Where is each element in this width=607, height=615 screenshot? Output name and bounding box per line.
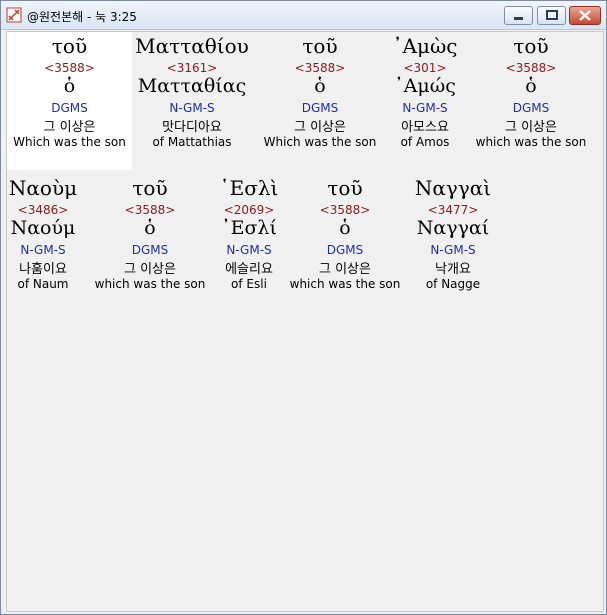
english-gloss: Which was the son — [263, 135, 377, 149]
morphology-code[interactable]: DGMS — [260, 101, 380, 115]
english-gloss: of Amos — [400, 135, 450, 149]
lemma: Ματταθίας — [137, 75, 247, 97]
title-bar[interactable]: @원전본해 - 눅 3:25 — [1, 1, 606, 30]
english-gloss: which was the son — [475, 135, 587, 149]
english-gloss: of Mattathias — [152, 135, 232, 149]
strongs-number[interactable]: <3477> — [407, 203, 499, 217]
english-gloss: of Naum — [17, 277, 69, 291]
korean-gloss: 그 이상은 — [505, 120, 557, 135]
greek-word: τοῦ — [327, 176, 363, 200]
korean-gloss: 나훔이요 — [19, 262, 67, 277]
morphology-code[interactable]: N-GM-S — [132, 101, 252, 115]
word-cell[interactable]: τοῦ <3588> ὁ DGMS 그 이상은 which was the so… — [91, 176, 209, 291]
morphology-code[interactable]: DGMS — [287, 243, 403, 257]
morphology-code[interactable]: DGMS — [91, 243, 209, 257]
lemma: ὁ — [339, 217, 351, 239]
morphology-code[interactable]: N-GM-S — [407, 243, 499, 257]
morphology-code[interactable]: DGMS — [470, 101, 592, 115]
lemma: ᾿Εσλί — [221, 217, 277, 239]
strongs-number[interactable]: <3588> — [260, 61, 380, 75]
window-title: @원전본해 - 눅 3:25 — [27, 10, 137, 24]
word-cell[interactable]: ᾿Αμὼς <301> ᾿Αμώς N-GM-S 아모스요 of Amos — [382, 34, 468, 149]
strongs-number[interactable]: <3161> — [132, 61, 252, 75]
word-cell[interactable]: τοῦ <3588> ὁ DGMS 그 이상은 Which was the so… — [260, 34, 380, 149]
korean-gloss: 그 이상은 — [294, 120, 346, 135]
greek-word: Ναοὺμ — [8, 176, 78, 200]
english-gloss: which was the son — [289, 277, 401, 291]
greek-word: τοῦ — [302, 34, 338, 58]
word-cell[interactable]: Ματταθίου <3161> Ματταθίας N-GM-S 맛다디아요 … — [132, 34, 252, 149]
strongs-number[interactable]: <301> — [382, 61, 468, 75]
english-gloss: Which was the son — [13, 135, 126, 149]
greek-word: Ναγγαὶ — [414, 176, 492, 200]
close-icon — [579, 10, 591, 21]
morphology-code[interactable]: N-GM-S — [7, 243, 79, 257]
morphology-code[interactable]: N-GM-S — [382, 101, 468, 115]
morphology-code[interactable]: N-GM-S — [213, 243, 285, 257]
app-icon — [6, 7, 22, 23]
word-cell[interactable]: ῾Εσλὶ <2069> ᾿Εσλί N-GM-S 에슬리요 of Esli — [213, 176, 285, 291]
korean-gloss: 아모스요 — [401, 120, 449, 135]
greek-word: τοῦ — [513, 34, 549, 58]
lemma: ὁ — [63, 75, 76, 97]
greek-word: τοῦ — [132, 176, 168, 200]
lemma: ὁ — [144, 217, 156, 239]
english-gloss: of Nagge — [425, 277, 481, 291]
minimize-icon — [514, 17, 523, 20]
lemma: ὁ — [314, 75, 326, 97]
minimize-button[interactable] — [504, 6, 533, 25]
lemma: Ναγγαί — [416, 217, 490, 239]
greek-word: τοῦ — [51, 34, 88, 58]
morphology-code[interactable]: DGMS — [7, 101, 132, 115]
lemma: ᾿Αμώς — [394, 75, 456, 97]
korean-gloss: 맛다디아요 — [162, 120, 222, 135]
maximize-icon — [546, 10, 558, 20]
strongs-number[interactable]: <3588> — [470, 61, 592, 75]
interlinear-view: τοῦ <3588> ὁ DGMS 그 이상은 Which was the so… — [6, 31, 604, 612]
english-gloss: of Esli — [231, 277, 267, 291]
greek-word: Ματταθίου — [135, 34, 249, 58]
word-cell[interactable]: τοῦ <3588> ὁ DGMS 그 이상은 which was the so… — [287, 176, 403, 291]
lemma: ὁ — [525, 75, 537, 97]
korean-gloss: 에슬리요 — [225, 262, 273, 277]
word-cell[interactable]: τοῦ <3588> ὁ DGMS 그 이상은 Which was the so… — [7, 34, 132, 149]
app-window: @원전본해 - 눅 3:25 τοῦ <3588> ὁ DGMS 그 이상은 W… — [0, 0, 607, 615]
close-button[interactable] — [569, 6, 601, 25]
korean-gloss: 그 이상은 — [43, 120, 96, 135]
lemma: Ναούμ — [10, 217, 76, 239]
strongs-number[interactable]: <3588> — [91, 203, 209, 217]
korean-gloss: 그 이상은 — [319, 262, 371, 277]
greek-word: ῾Εσλὶ — [219, 176, 279, 200]
greek-word: ᾿Αμὼς — [392, 34, 458, 58]
maximize-button[interactable] — [537, 6, 566, 25]
korean-gloss: 그 이상은 — [124, 262, 176, 277]
strongs-number[interactable]: <3486> — [7, 203, 79, 217]
korean-gloss: 낙개요 — [435, 262, 471, 277]
strongs-number[interactable]: <3588> — [287, 203, 403, 217]
english-gloss: which was the son — [94, 277, 206, 291]
word-cell[interactable]: Ναγγαὶ <3477> Ναγγαί N-GM-S 낙개요 of Nagge — [407, 176, 499, 291]
strongs-number[interactable]: <2069> — [213, 203, 285, 217]
word-cell[interactable]: τοῦ <3588> ὁ DGMS 그 이상은 which was the so… — [470, 34, 592, 149]
word-cell[interactable]: Ναοὺμ <3486> Ναούμ N-GM-S 나훔이요 of Naum — [7, 176, 79, 291]
strongs-number[interactable]: <3588> — [7, 61, 132, 75]
